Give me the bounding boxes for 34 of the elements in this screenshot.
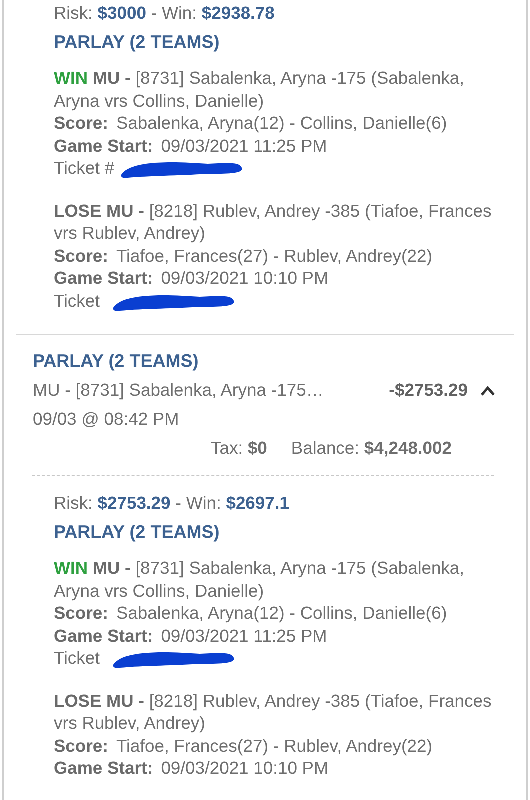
bet-selection: MU - [8731] Sabalenka, Aryna -175… <box>33 380 325 401</box>
score-value: Tiafoe, Frances(27) - Rublev, Andrey(22) <box>116 244 433 267</box>
game-start-label: Game Start: <box>54 134 154 157</box>
score-value: Tiafoe, Frances(27) - Rublev, Andrey(22) <box>116 734 433 757</box>
ticket-label: Ticket # <box>54 157 115 180</box>
ticket-label: Ticket <box>54 647 100 670</box>
ticket-label: Ticket <box>54 290 100 312</box>
game-start-value: 09/03/2021 10:10 PM <box>161 757 329 780</box>
game-start-value: 09/03/2021 11:25 PM <box>161 134 328 157</box>
game-start-value: 09/03/2021 10:10 PM <box>161 267 329 290</box>
leg-description: WIN MU - [8731] Sabalenka, Aryna -175 (Sabalenka, Aryna vrs Collins, Danielle) <box>54 557 466 602</box>
game-start-value: 09/03/2021 11:25 PM <box>161 624 328 647</box>
bet-type-heading: PARLAY (2 TEAMS) <box>54 520 221 543</box>
tax-text: Tax: $0 <box>210 438 268 459</box>
bet-type-heading: PARLAY (2 TEAMS) <box>33 351 200 372</box>
score-label: Score: <box>54 734 108 757</box>
game-start-label: Game Start: <box>54 757 154 780</box>
leg-description: LOSE MU - [8218] Rublev, Andrey -385 (Tiafoe, Frances vrs Rublev, Andrey) <box>54 200 493 244</box>
score-label: Score: <box>54 244 108 267</box>
leg-description: LOSE MU - [8218] Rublev, Andrey -385 (Tiafoe, Frances vrs Rublev, Andrey) <box>54 690 493 734</box>
score-value: Sabalenka, Aryna(12) - Collins, Danielle(6) <box>116 602 448 624</box>
chevron-up-icon[interactable] <box>480 384 496 396</box>
balance-text: Balance: $4,248.002 <box>291 438 452 459</box>
score-label: Score: <box>54 602 108 624</box>
bet-type-heading: PARLAY (2 TEAMS) <box>54 30 221 53</box>
leg-description: WIN MU - [8731] Sabalenka, Aryna -175 (Sabalenka, Aryna vrs Collins, Danielle) <box>54 67 466 112</box>
score-label: Score: <box>54 112 108 134</box>
bet-amount: -$2753.29 <box>389 380 468 401</box>
risk-win-line: Risk: $3000 - Win: $2938.78 <box>54 2 276 24</box>
game-start-label: Game Start: <box>54 624 154 647</box>
game-start-label: Game Start: <box>54 267 154 290</box>
risk-win-line: Risk: $2753.29 - Win: $2697.1 <box>54 492 290 514</box>
score-value: Sabalenka, Aryna(12) - Collins, Danielle(6) <box>116 112 448 134</box>
bet-date: 09/03 @ 08:42 PM <box>33 409 180 430</box>
